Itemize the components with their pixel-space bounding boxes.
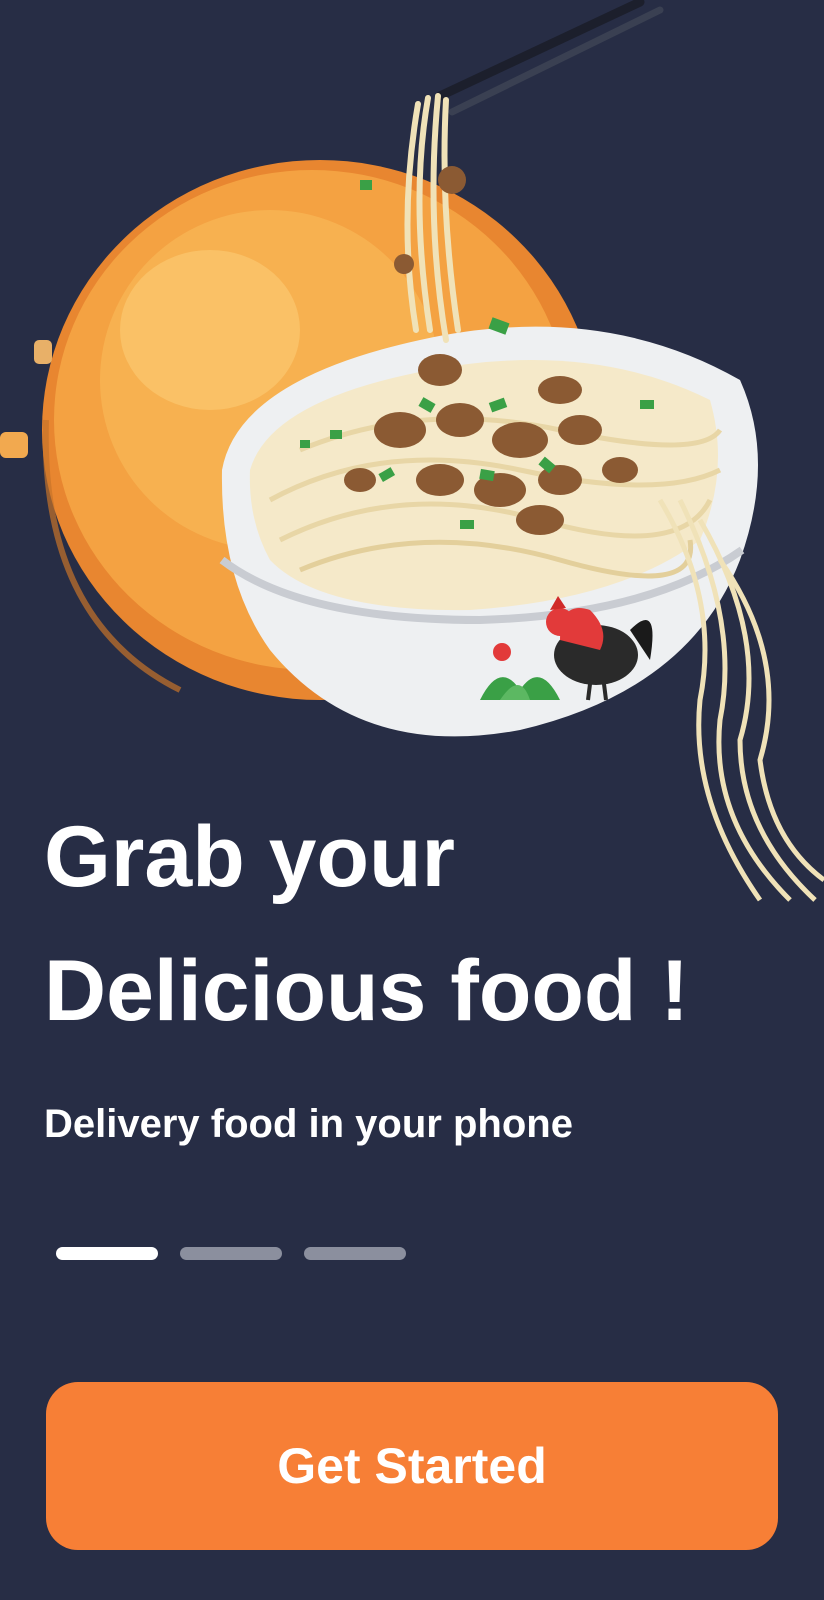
chopsticks-icon — [435, 0, 664, 116]
onboarding-screen: Grab your Delicious food ! Delivery food… — [0, 0, 824, 1600]
page-indicator-dot-1[interactable] — [56, 1247, 158, 1260]
page-indicator-dot-3[interactable] — [304, 1247, 406, 1260]
page-indicator-dot-2[interactable] — [180, 1247, 282, 1260]
subtitle: Delivery food in your phone — [44, 1102, 573, 1146]
hero-illustration — [0, 0, 824, 910]
get-started-button[interactable]: Get Started — [46, 1382, 778, 1550]
headline-line-2: Delicious food ! — [44, 943, 689, 1039]
headline-line-1: Grab your — [44, 809, 455, 905]
headline: Grab your Delicious food ! — [44, 790, 804, 1058]
page-indicator — [56, 1247, 406, 1260]
